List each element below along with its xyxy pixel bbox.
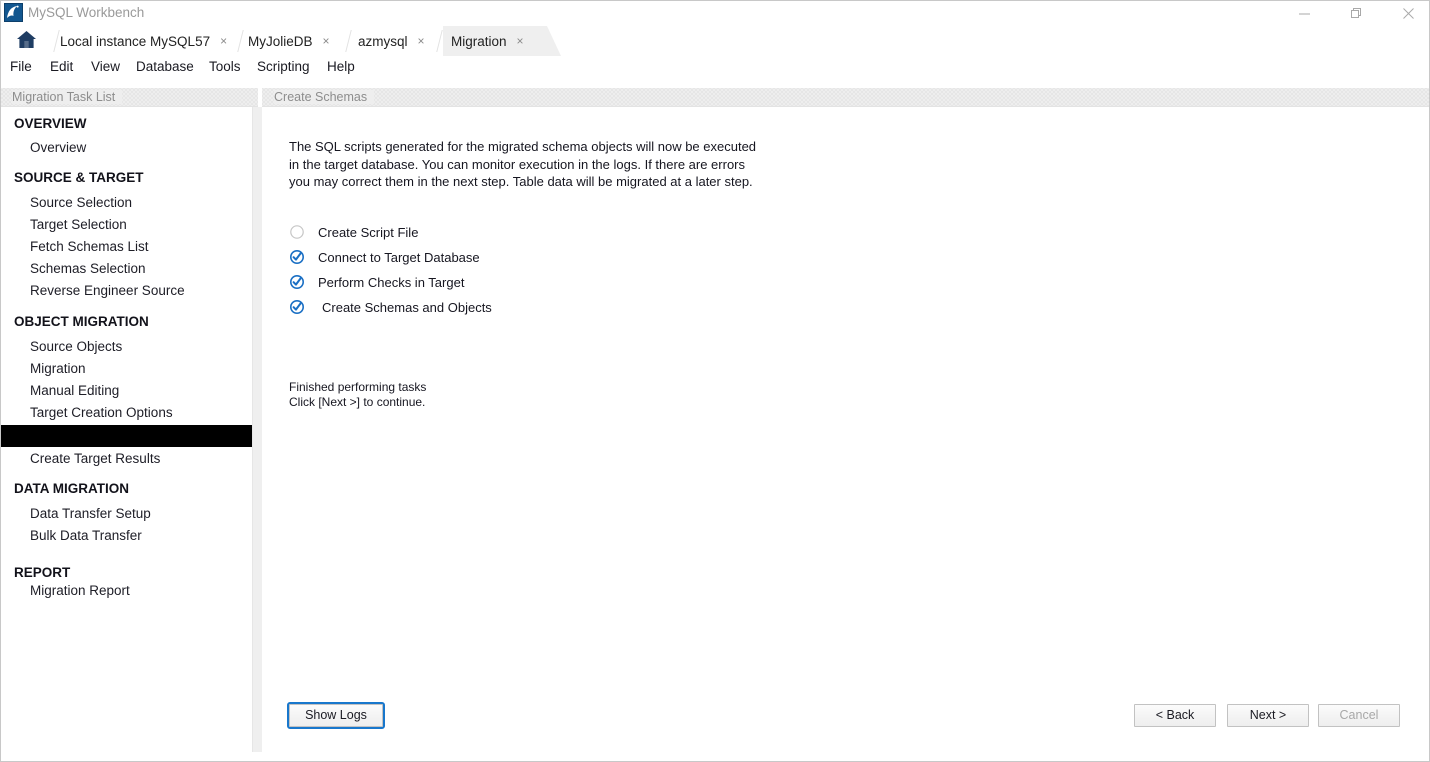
task-perform-checks-in-target: Perform Checks in Target <box>289 271 464 293</box>
sidebar-item-target-creation-options[interactable]: Target Creation Options <box>0 403 252 425</box>
task-label: Create Script File <box>318 225 418 240</box>
intro-line-1: The SQL scripts generated for the migrat… <box>289 138 759 156</box>
sidebar-panel-header: Migration Task List <box>0 88 258 107</box>
tab-label: azmysql <box>358 34 414 49</box>
status-line-1: Finished performing tasks <box>289 380 426 395</box>
sidebar-item-label: Source Objects <box>30 339 122 354</box>
close-icon[interactable] <box>1385 0 1430 26</box>
sidebar-item-label: Target Selection <box>30 217 127 232</box>
sidebar-item-schemas-selection[interactable]: Schemas Selection <box>0 259 252 281</box>
show-logs-button[interactable]: Show Logs <box>289 704 383 727</box>
header-dot-texture <box>262 88 1430 106</box>
check-circle-icon <box>289 299 305 315</box>
mysql-dolphin-icon <box>4 3 23 22</box>
close-icon[interactable]: × <box>414 34 429 48</box>
sidebar-section-source-target: SOURCE & TARGET <box>14 170 144 185</box>
tab-separator <box>53 30 59 52</box>
sidebar-item-label: Manual Editing <box>30 383 119 398</box>
close-icon[interactable]: × <box>216 34 231 48</box>
sidebar-section-report: REPORT <box>14 565 70 580</box>
tab-azmysql[interactable]: azmysql × <box>358 26 428 56</box>
sidebar-item-label: Data Transfer Setup <box>30 506 151 521</box>
tab-local-instance-mysql57[interactable]: Local instance MySQL57 × <box>60 26 220 56</box>
empty-circle-icon <box>289 224 305 240</box>
sidebar-item-label: Fetch Schemas List <box>30 239 149 254</box>
sidebar-item-manual-editing[interactable]: Manual Editing <box>0 381 252 403</box>
sidebar-item-label: Overview <box>30 140 86 155</box>
migration-task-list-sidebar: OVERVIEW SOURCE & TARGET OBJECT MIGRATIO… <box>0 107 253 752</box>
sidebar-item-label: Schemas Selection <box>30 261 146 276</box>
check-circle-icon <box>289 249 305 265</box>
task-label: Connect to Target Database <box>318 250 480 265</box>
tab-myjoliedb[interactable]: MyJolieDB × <box>248 26 334 56</box>
tab-migration[interactable]: Migration × <box>443 26 547 56</box>
task-create-schemas-and-objects: Create Schemas and Objects <box>289 296 492 318</box>
sidebar-item-bulk-data-transfer[interactable]: Bulk Data Transfer <box>0 526 252 548</box>
sidebar-item-create-schemas[interactable]: Create Schemas <box>0 425 252 447</box>
sidebar-item-label: Create Schemas <box>30 427 131 442</box>
sidebar-section-overview: OVERVIEW <box>14 116 87 131</box>
menu-view[interactable]: View <box>91 59 120 74</box>
sidebar-item-label: Create Target Results <box>30 451 160 466</box>
sidebar-item-label: Bulk Data Transfer <box>30 528 142 543</box>
tab-label: Local instance MySQL57 <box>60 34 216 49</box>
tab-separator <box>237 30 243 52</box>
task-connect-to-target-database: Connect to Target Database <box>289 246 480 268</box>
tab-label: Migration <box>451 34 513 49</box>
cancel-button: Cancel <box>1318 704 1400 727</box>
home-icon <box>16 30 37 52</box>
sidebar-item-reverse-engineer-source[interactable]: Reverse Engineer Source <box>0 281 252 303</box>
home-tab-button[interactable] <box>8 26 44 56</box>
sidebar-item-data-transfer-setup[interactable]: Data Transfer Setup <box>0 504 252 526</box>
menu-help[interactable]: Help <box>327 59 355 74</box>
restore-icon[interactable] <box>1333 0 1379 26</box>
intro-paragraph: The SQL scripts generated for the migrat… <box>289 138 759 191</box>
menu-database[interactable]: Database <box>136 59 194 74</box>
task-label: Perform Checks in Target <box>318 275 464 290</box>
content-panel-header: Create Schemas <box>262 88 1430 107</box>
sidebar-section-object-migration: OBJECT MIGRATION <box>14 314 149 329</box>
sidebar-item-label: Target Creation Options <box>30 405 173 420</box>
menu-edit[interactable]: Edit <box>50 59 73 74</box>
next-button[interactable]: Next > <box>1227 704 1309 727</box>
sidebar-item-overview[interactable]: Overview <box>0 138 252 160</box>
tab-strip: Local instance MySQL57 × MyJolieDB × azm… <box>0 26 1430 57</box>
sidebar-item-create-target-results[interactable]: Create Target Results <box>0 449 252 471</box>
tab-separator <box>345 30 351 52</box>
intro-line-2: in the target database. You can monitor … <box>289 156 759 174</box>
tab-label: MyJolieDB <box>248 34 319 49</box>
sidebar-section-data-migration: DATA MIGRATION <box>14 481 129 496</box>
tab-separator <box>436 30 442 52</box>
sidebar-item-fetch-schemas-list[interactable]: Fetch Schemas List <box>0 237 252 259</box>
back-button[interactable]: < Back <box>1134 704 1216 727</box>
status-line-2: Click [Next >] to continue. <box>289 395 426 410</box>
title-bar: MySQL Workbench <box>0 0 1430 27</box>
close-icon[interactable]: × <box>319 34 334 48</box>
sidebar-item-migration-report[interactable]: Migration Report <box>0 581 252 603</box>
sidebar-divider <box>253 107 262 752</box>
menu-tools[interactable]: Tools <box>209 59 241 74</box>
menu-bar: File Edit View Database Tools Scripting … <box>0 56 1430 78</box>
menu-scripting[interactable]: Scripting <box>257 59 310 74</box>
sidebar-item-label: Migration Report <box>30 583 130 598</box>
sidebar-item-source-selection[interactable]: Source Selection <box>0 193 252 215</box>
task-label: Create Schemas and Objects <box>318 300 492 315</box>
check-circle-icon <box>289 274 305 290</box>
sidebar-header-label: Migration Task List <box>12 90 122 104</box>
sidebar-item-label: Source Selection <box>30 195 132 210</box>
status-message: Finished performing tasks Click [Next >]… <box>289 380 426 410</box>
close-icon[interactable]: × <box>513 34 528 48</box>
sidebar-item-migration[interactable]: Migration <box>0 359 252 381</box>
create-schemas-content: The SQL scripts generated for the migrat… <box>262 107 1430 752</box>
menu-file[interactable]: File <box>10 59 32 74</box>
content-header-label: Create Schemas <box>274 90 374 104</box>
sidebar-item-label: Reverse Engineer Source <box>30 283 185 298</box>
app-title: MySQL Workbench <box>28 5 144 20</box>
task-create-script-file: Create Script File <box>289 221 418 243</box>
sidebar-item-target-selection[interactable]: Target Selection <box>0 215 252 237</box>
sidebar-item-source-objects[interactable]: Source Objects <box>0 337 252 359</box>
intro-line-3: you may correct them in the next step. T… <box>289 173 759 191</box>
sidebar-item-label: Migration <box>30 361 86 376</box>
minimize-icon[interactable] <box>1281 0 1327 26</box>
